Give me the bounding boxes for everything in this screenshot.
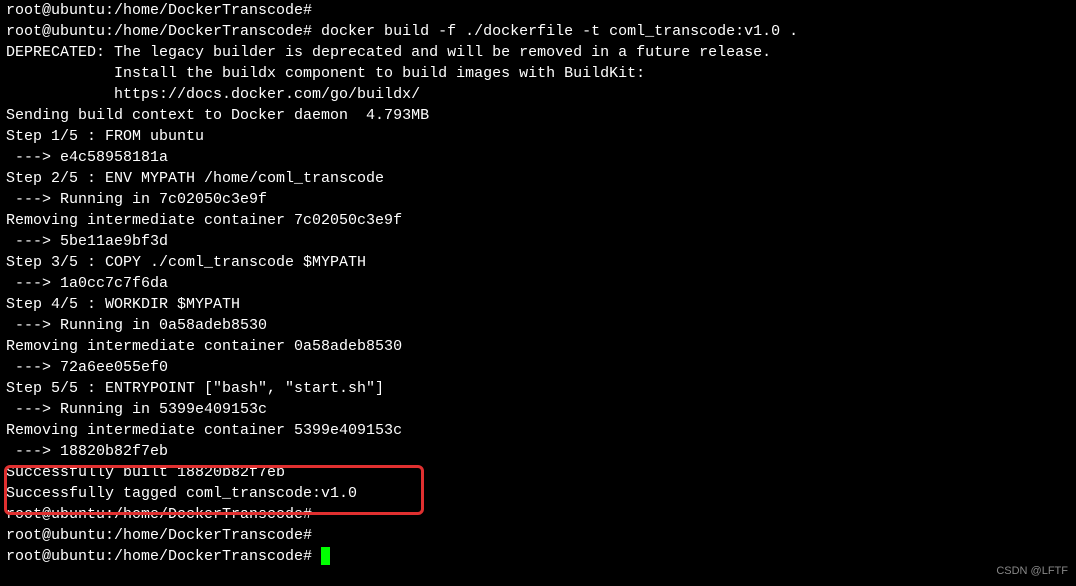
- terminal-line: Step 5/5 : ENTRYPOINT ["bash", "start.sh…: [6, 378, 1070, 399]
- terminal-line: DEPRECATED: The legacy builder is deprec…: [6, 42, 1070, 63]
- terminal-prompt-line[interactable]: root@ubuntu:/home/DockerTranscode#: [6, 546, 1070, 567]
- terminal-line: Removing intermediate container 5399e409…: [6, 420, 1070, 441]
- terminal-line: Successfully built 18820b82f7eb: [6, 462, 1070, 483]
- watermark-text: CSDN @LFTF: [996, 561, 1068, 582]
- terminal-line: Removing intermediate container 7c02050c…: [6, 210, 1070, 231]
- terminal-line: root@ubuntu:/home/DockerTranscode# docke…: [6, 21, 1070, 42]
- terminal-line: Successfully tagged coml_transcode:v1.0: [6, 483, 1070, 504]
- terminal-line: ---> Running in 0a58adeb8530: [6, 315, 1070, 336]
- terminal-line: root@ubuntu:/home/DockerTranscode#: [6, 525, 1070, 546]
- terminal-line: root@ubuntu:/home/DockerTranscode#: [6, 504, 1070, 525]
- terminal-line: ---> 5be11ae9bf3d: [6, 231, 1070, 252]
- terminal-line: ---> e4c58958181a: [6, 147, 1070, 168]
- terminal-line: Step 1/5 : FROM ubuntu: [6, 126, 1070, 147]
- terminal-prompt: root@ubuntu:/home/DockerTranscode#: [6, 548, 321, 565]
- terminal-output[interactable]: root@ubuntu:/home/DockerTranscode# root@…: [6, 0, 1070, 567]
- terminal-line: https://docs.docker.com/go/buildx/: [6, 84, 1070, 105]
- terminal-line: Sending build context to Docker daemon 4…: [6, 105, 1070, 126]
- terminal-line: ---> Running in 5399e409153c: [6, 399, 1070, 420]
- terminal-line: ---> Running in 7c02050c3e9f: [6, 189, 1070, 210]
- terminal-line: Install the buildx component to build im…: [6, 63, 1070, 84]
- terminal-line: Step 2/5 : ENV MYPATH /home/coml_transco…: [6, 168, 1070, 189]
- terminal-line: ---> 1a0cc7c7f6da: [6, 273, 1070, 294]
- terminal-line: Step 4/5 : WORKDIR $MYPATH: [6, 294, 1070, 315]
- terminal-line: root@ubuntu:/home/DockerTranscode#: [6, 0, 1070, 21]
- terminal-line: ---> 72a6ee055ef0: [6, 357, 1070, 378]
- cursor-icon: [321, 547, 330, 565]
- terminal-line: Removing intermediate container 0a58adeb…: [6, 336, 1070, 357]
- terminal-line: Step 3/5 : COPY ./coml_transcode $MYPATH: [6, 252, 1070, 273]
- terminal-line: ---> 18820b82f7eb: [6, 441, 1070, 462]
